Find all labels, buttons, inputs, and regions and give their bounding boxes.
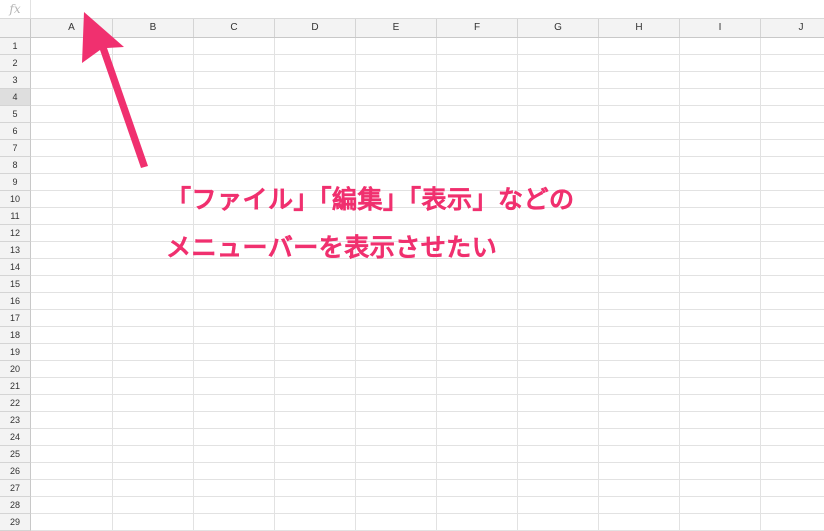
row-header-24[interactable]: 24	[0, 429, 31, 446]
row-header-27[interactable]: 27	[0, 480, 31, 497]
row-header-20[interactable]: 20	[0, 361, 31, 378]
grid-row-line	[31, 275, 824, 276]
row-header-21[interactable]: 21	[0, 378, 31, 395]
grid-row-line	[31, 445, 824, 446]
grid-column-line	[517, 38, 518, 531]
row-header-22[interactable]: 22	[0, 395, 31, 412]
grid-row-line	[31, 513, 824, 514]
row-header-8[interactable]: 8	[0, 157, 31, 174]
grid-row-line	[31, 156, 824, 157]
grid-column-line	[355, 38, 356, 531]
row-header-11[interactable]: 11	[0, 208, 31, 225]
grid-column-line	[598, 38, 599, 531]
grid-row-line	[31, 105, 824, 106]
column-header-i[interactable]: I	[680, 19, 761, 37]
row-header-25[interactable]: 25	[0, 446, 31, 463]
formula-bar: fx	[0, 0, 824, 19]
grid-column-line	[193, 38, 194, 531]
grid-row-line	[31, 292, 824, 293]
cell-grid[interactable]	[31, 38, 824, 531]
grid-row-line	[31, 309, 824, 310]
column-header-d[interactable]: D	[275, 19, 356, 37]
grid-column-line	[112, 38, 113, 531]
grid-column-line	[274, 38, 275, 531]
row-header-2[interactable]: 2	[0, 55, 31, 72]
grid-row-line	[31, 462, 824, 463]
column-header-j[interactable]: J	[761, 19, 824, 37]
grid-column-line	[436, 38, 437, 531]
row-header-17[interactable]: 17	[0, 310, 31, 327]
spreadsheet-app: fx ABCDEFGHIJ 1 2 3 4 5 6 7 8 9 10 11 12 13 14 15 16 17 1…	[0, 0, 824, 531]
grid-column-line	[679, 38, 680, 531]
annotation-text-line1: 「ファイル」「編集」「表示」などの	[166, 185, 575, 214]
grid-column-line	[760, 38, 761, 531]
grid-row-line	[31, 54, 824, 55]
grid-row-line	[31, 88, 824, 89]
row-header-5[interactable]: 5	[0, 106, 31, 123]
row-header-18[interactable]: 18	[0, 327, 31, 344]
row-header-29[interactable]: 29	[0, 514, 31, 531]
column-header-a[interactable]: A	[31, 19, 113, 37]
select-all-corner[interactable]	[0, 19, 31, 37]
row-header-26[interactable]: 26	[0, 463, 31, 480]
column-header-c[interactable]: C	[194, 19, 275, 37]
row-header-28[interactable]: 28	[0, 497, 31, 514]
column-header-row: ABCDEFGHIJ	[0, 19, 824, 38]
grid-row-line	[31, 326, 824, 327]
row-header-7[interactable]: 7	[0, 140, 31, 157]
grid-row-line	[31, 496, 824, 497]
grid-row-line	[31, 343, 824, 344]
row-header-6[interactable]: 6	[0, 123, 31, 140]
row-header-12[interactable]: 12	[0, 225, 31, 242]
column-header-e[interactable]: E	[356, 19, 437, 37]
fx-icon: fx	[0, 0, 31, 18]
grid-row-line	[31, 394, 824, 395]
column-header-f[interactable]: F	[437, 19, 518, 37]
row-header-1[interactable]: 1	[0, 38, 31, 55]
grid-row-line	[31, 411, 824, 412]
row-header-13[interactable]: 13	[0, 242, 31, 259]
row-header-23[interactable]: 23	[0, 412, 31, 429]
row-header-16[interactable]: 16	[0, 293, 31, 310]
row-header-3[interactable]: 3	[0, 72, 31, 89]
annotation-text-line2: メニューバーを表示させたい	[166, 233, 498, 262]
row-header-19[interactable]: 19	[0, 344, 31, 361]
row-header-15[interactable]: 15	[0, 276, 31, 293]
grid-row-line	[31, 122, 824, 123]
column-header-h[interactable]: H	[599, 19, 680, 37]
row-header-4[interactable]: 4	[0, 89, 31, 106]
grid-row-line	[31, 224, 824, 225]
row-header-9[interactable]: 9	[0, 174, 31, 191]
grid-row-line	[31, 479, 824, 480]
grid-row-line	[31, 139, 824, 140]
grid-row-line	[31, 377, 824, 378]
grid-row-line	[31, 71, 824, 72]
column-header-g[interactable]: G	[518, 19, 599, 37]
grid-row-line	[31, 428, 824, 429]
grid-row-line	[31, 173, 824, 174]
column-header-b[interactable]: B	[113, 19, 194, 37]
formula-input[interactable]	[32, 0, 822, 18]
row-header-14[interactable]: 14	[0, 259, 31, 276]
row-header-10[interactable]: 10	[0, 191, 31, 208]
grid-row-line	[31, 360, 824, 361]
